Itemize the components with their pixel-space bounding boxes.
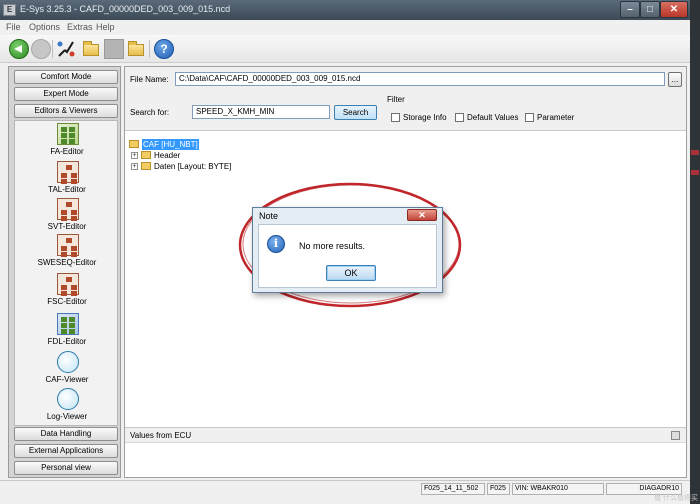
caf-tree: CAF [HU_NBT] + Header + Daten [Layout: B… [129, 139, 429, 179]
toolbar-separator [149, 40, 150, 58]
tree-node-label: Header [154, 151, 181, 160]
search-input[interactable]: SPEED_X_KMH_MIN [192, 105, 330, 119]
external-applications-button[interactable]: External Applications [14, 444, 118, 458]
ok-button[interactable]: OK [326, 265, 376, 281]
editor-label: TAL-Editor [48, 185, 86, 194]
editor-label: FA-Editor [50, 147, 84, 156]
status-bar: F025_14_11_502 F025 VIN: WBAKR010 DIAGAD… [0, 480, 690, 496]
app-icon: E [3, 4, 16, 16]
dialog-close-button[interactable]: ✕ [407, 209, 437, 221]
save-icon[interactable] [104, 39, 124, 59]
search-form: File Name: C:\Data\CAF\CAFD_00000DED_003… [125, 67, 686, 131]
menu-file[interactable]: File [6, 22, 21, 32]
fsc-editor-icon [57, 273, 79, 295]
editors-viewers-button[interactable]: Editors & Viewers [14, 104, 118, 118]
fa-editor-icon [57, 123, 79, 145]
folder-icon [129, 140, 139, 148]
dialog-title: Note [259, 211, 279, 221]
expand-icon[interactable]: + [131, 152, 138, 159]
status-istep: F025_14_11_502 [421, 483, 485, 495]
editor-label: FDL-Editor [47, 337, 87, 346]
ecu-values-label: Values from ECU [130, 431, 192, 440]
save-as-icon[interactable] [126, 39, 146, 59]
folder-icon [141, 162, 151, 170]
status-vin: VIN: WBAKR010 [512, 483, 604, 495]
dialog-message: No more results. [299, 241, 366, 251]
storage-info-label: Storage Info [403, 113, 447, 122]
parameter-checkbox[interactable] [525, 113, 534, 122]
file-name-field[interactable]: C:\Data\CAF\CAFD_00000DED_003_009_015.nc… [175, 72, 665, 86]
search-label: Search for: [130, 108, 170, 117]
close-button[interactable]: ✕ [660, 1, 688, 18]
forward-icon[interactable] [31, 39, 51, 59]
editor-label: SVT-Editor [47, 222, 87, 231]
browse-button[interactable]: ... [668, 72, 682, 87]
menu-extras[interactable]: Extras [67, 22, 93, 32]
tal-editor-icon [57, 161, 79, 183]
window-title: E-Sys 3.25.3 - CAFD_00000DED_003_009_015… [20, 4, 231, 14]
caf-viewer-icon [57, 351, 79, 373]
note-dialog: Note ✕ i No more results. OK [252, 207, 443, 293]
strip-marker [691, 170, 699, 175]
parameter-label: Parameter [537, 113, 575, 122]
file-name-label: File Name: [130, 75, 169, 84]
pin-icon[interactable] [671, 431, 680, 440]
back-icon[interactable] [9, 39, 29, 59]
filter-label: Filter [387, 95, 405, 104]
menu-options[interactable]: Options [29, 22, 60, 32]
expert-mode-button[interactable]: Expert Mode [14, 87, 118, 101]
info-icon: i [267, 235, 285, 253]
default-values-label: Default Values [467, 113, 519, 122]
maximize-button[interactable]: □ [640, 1, 660, 18]
log-viewer-icon [57, 388, 79, 410]
editor-label: Log-Viewer [46, 412, 88, 421]
data-handling-button[interactable]: Data Handling [14, 427, 118, 441]
tree-node-label: Daten [Layout: BYTE] [154, 162, 232, 171]
title-bar[interactable]: E E-Sys 3.25.3 - CAFD_00000DED_003_009_0… [0, 0, 690, 20]
dialog-body: i No more results. OK [258, 224, 437, 288]
status-series: F025 [487, 483, 510, 495]
editors-list: FA-Editor TAL-Editor SVT-Editor SWESEQ-E… [14, 120, 118, 426]
editor-label: SWESEQ-Editor [37, 258, 97, 267]
tree-root-label: CAF [HU_NBT] [142, 139, 199, 150]
personal-view-button[interactable]: Personal view [14, 461, 118, 475]
ecu-values-header: Values from ECU [125, 427, 686, 443]
folder-icon [141, 151, 151, 159]
sidebar: Comfort Mode Expert Mode Editors & Viewe… [8, 66, 121, 478]
connect-icon[interactable] [56, 39, 76, 59]
menu-help[interactable]: Help [96, 22, 115, 32]
default-values-checkbox[interactable] [455, 113, 464, 122]
editor-label: CAF-Viewer [45, 375, 89, 384]
comfort-mode-button[interactable]: Comfort Mode [14, 70, 118, 84]
strip-marker [691, 150, 699, 155]
search-button[interactable]: Search [334, 105, 377, 120]
minimize-button[interactable]: – [620, 1, 640, 18]
sweseq-editor-icon [57, 234, 79, 256]
toolbar: ? [0, 35, 690, 63]
editor-label: FSC-Editor [47, 297, 87, 306]
open-icon[interactable] [81, 39, 101, 59]
storage-info-checkbox[interactable] [391, 113, 400, 122]
menu-bar: File Options Extras Help [0, 20, 690, 35]
toolbar-separator [52, 40, 53, 58]
fdl-editor-icon [57, 313, 79, 335]
background-window-edge [690, 0, 700, 504]
expand-icon[interactable]: + [131, 163, 138, 170]
svt-editor-icon [57, 198, 79, 220]
watermark: 值 什么值得买 [654, 495, 698, 502]
help-icon[interactable]: ? [154, 39, 174, 59]
